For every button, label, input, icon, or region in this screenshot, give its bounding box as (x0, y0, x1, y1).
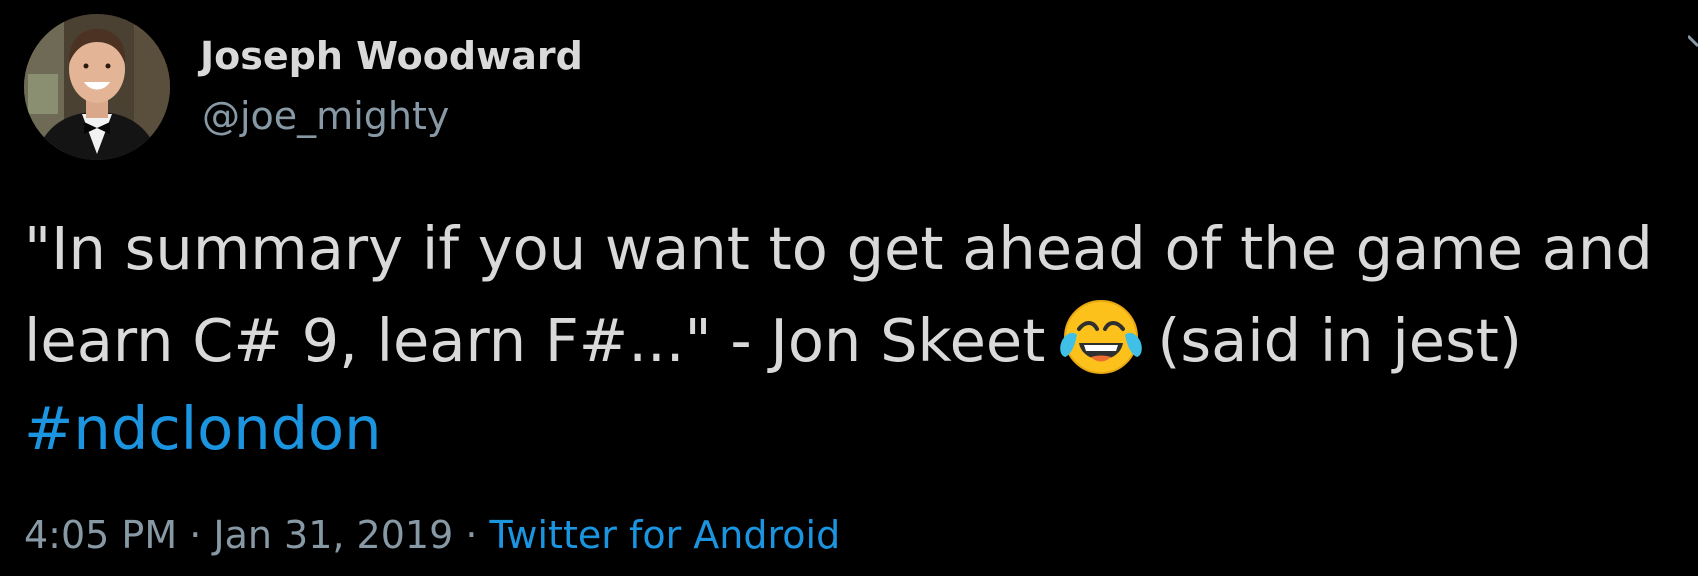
hashtag-link[interactable]: #ndclondon (24, 385, 1698, 473)
display-name[interactable]: Joseph Woodward (200, 34, 583, 78)
chevron-down-icon[interactable] (1688, 32, 1698, 62)
tweet-line-2: learn C# 9, learn F#..." - Jon Skeet (sa… (24, 293, 1698, 385)
tweet-time[interactable]: 4:05 PM (24, 513, 177, 557)
tweet-line-2-start: learn C# 9, learn F#..." - Jon Skeet (24, 306, 1046, 375)
tweet-metadata: 4:05 PM · Jan 31, 2019 · Twitter for And… (24, 513, 840, 557)
avatar[interactable] (24, 14, 170, 160)
tweet-source-link[interactable]: Twitter for Android (490, 513, 841, 557)
separator: · (453, 513, 490, 557)
tweet: Joseph Woodward @joe_mighty "In summary … (0, 0, 1698, 576)
tweet-line-2-end: (said in jest) (1157, 306, 1522, 375)
tweet-text: "In summary if you want to get ahead of … (24, 205, 1698, 473)
separator: · (177, 513, 214, 557)
tweet-line-1: "In summary if you want to get ahead of … (24, 214, 1653, 283)
face-with-tears-of-joy-icon (1059, 293, 1143, 377)
tweet-date[interactable]: Jan 31, 2019 (213, 513, 453, 557)
user-handle[interactable]: @joe_mighty (202, 94, 449, 138)
